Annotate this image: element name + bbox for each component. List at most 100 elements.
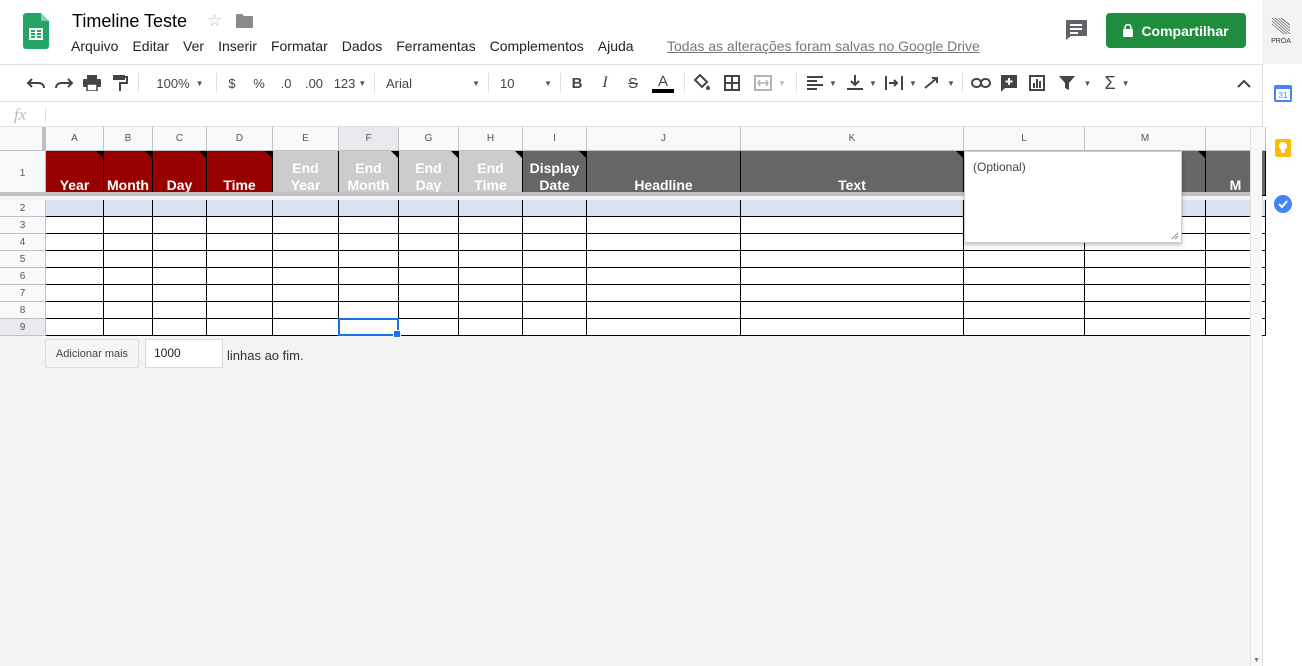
- grid-cell[interactable]: [399, 251, 459, 268]
- header-cell[interactable]: End Month: [339, 151, 399, 196]
- sheets-logo-icon[interactable]: [23, 13, 49, 49]
- rows-count-input[interactable]: 1000: [145, 339, 223, 368]
- calendar-icon[interactable]: 31: [1273, 83, 1293, 103]
- row-header[interactable]: 5: [0, 251, 46, 268]
- percent-format-button[interactable]: %: [250, 72, 268, 94]
- grid-cell[interactable]: [104, 217, 153, 234]
- grid-cell[interactable]: [587, 319, 741, 336]
- document-title[interactable]: Timeline Teste: [72, 11, 187, 32]
- text-rotation-icon[interactable]: ▼: [922, 72, 956, 94]
- grid-cell[interactable]: [741, 302, 964, 319]
- print-icon[interactable]: [82, 72, 102, 94]
- menu-ver[interactable]: Ver: [176, 38, 211, 54]
- header-cell[interactable]: Headline: [587, 151, 741, 196]
- formula-input[interactable]: [52, 102, 1252, 126]
- redo-icon[interactable]: [54, 72, 74, 94]
- column-header[interactable]: G: [399, 127, 459, 151]
- zoom-select[interactable]: 100% ▼: [150, 72, 210, 94]
- grid-cell[interactable]: [459, 251, 523, 268]
- grid-cell[interactable]: [399, 302, 459, 319]
- resize-handle-icon[interactable]: [1171, 232, 1179, 240]
- menu-dados[interactable]: Dados: [335, 38, 389, 54]
- grid-cell[interactable]: [1085, 251, 1206, 268]
- grid-cell[interactable]: [153, 285, 207, 302]
- insert-link-icon[interactable]: [970, 72, 992, 94]
- grid-cell[interactable]: [153, 234, 207, 251]
- more-formats-select[interactable]: 123 ▼: [332, 72, 368, 94]
- bold-icon[interactable]: B: [568, 72, 586, 94]
- grid-cell[interactable]: [1085, 268, 1206, 285]
- filter-icon[interactable]: ▼: [1056, 72, 1094, 94]
- grid-cell[interactable]: [964, 285, 1085, 302]
- grid-cell[interactable]: [964, 251, 1085, 268]
- grid-cell[interactable]: [523, 319, 587, 336]
- grid-cell[interactable]: [459, 302, 523, 319]
- grid-cell[interactable]: [523, 251, 587, 268]
- grid-cell[interactable]: [399, 285, 459, 302]
- grid-cell[interactable]: [46, 234, 104, 251]
- grid-cell[interactable]: [459, 285, 523, 302]
- grid-cell[interactable]: [964, 268, 1085, 285]
- grid-cell[interactable]: [339, 251, 399, 268]
- grid-cell[interactable]: [741, 285, 964, 302]
- column-header[interactable]: C: [153, 127, 207, 151]
- header-cell[interactable]: Display Date: [523, 151, 587, 196]
- grid-cell[interactable]: [523, 234, 587, 251]
- grid-cell[interactable]: [741, 234, 964, 251]
- grid-cell[interactable]: [964, 302, 1085, 319]
- cell-note-popup[interactable]: (Optional): [964, 151, 1182, 243]
- currency-format-button[interactable]: $: [224, 72, 240, 94]
- grid-cell[interactable]: [207, 217, 273, 234]
- column-header[interactable]: F: [339, 127, 399, 151]
- grid-cell[interactable]: [339, 302, 399, 319]
- column-header[interactable]: B: [104, 127, 153, 151]
- header-cell[interactable]: Day: [153, 151, 207, 196]
- grid-cell[interactable]: [207, 285, 273, 302]
- grid-cell[interactable]: [46, 319, 104, 336]
- column-header[interactable]: I: [523, 127, 587, 151]
- share-button[interactable]: Compartilhar: [1106, 13, 1246, 48]
- menu-arquivo[interactable]: Arquivo: [64, 38, 125, 54]
- row-header[interactable]: 7: [0, 285, 46, 302]
- merge-cells-icon[interactable]: ▼: [752, 72, 788, 94]
- grid-cell[interactable]: [104, 200, 153, 217]
- row-header[interactable]: 1: [0, 151, 46, 196]
- undo-icon[interactable]: [26, 72, 46, 94]
- grid-cell[interactable]: [273, 285, 339, 302]
- grid-cell[interactable]: [207, 319, 273, 336]
- grid-cell[interactable]: [523, 268, 587, 285]
- grid-cell[interactable]: [153, 200, 207, 217]
- grid-cell[interactable]: [273, 234, 339, 251]
- grid-cell[interactable]: [46, 302, 104, 319]
- grid-cell[interactable]: [104, 251, 153, 268]
- grid-cell[interactable]: [207, 234, 273, 251]
- row-header[interactable]: 6: [0, 268, 46, 285]
- grid-cell[interactable]: [104, 285, 153, 302]
- text-color-icon[interactable]: A: [651, 72, 675, 94]
- menu-inserir[interactable]: Inserir: [211, 38, 264, 54]
- menu-formatar[interactable]: Formatar: [264, 38, 335, 54]
- fill-color-icon[interactable]: [692, 72, 712, 94]
- grid-cell[interactable]: [587, 234, 741, 251]
- grid-cell[interactable]: [46, 200, 104, 217]
- column-header[interactable]: J: [587, 127, 741, 151]
- grid-cell[interactable]: [153, 302, 207, 319]
- grid-cell[interactable]: [741, 251, 964, 268]
- text-wrap-icon[interactable]: ▼: [884, 72, 918, 94]
- grid-cell[interactable]: [587, 200, 741, 217]
- grid-cell[interactable]: [339, 285, 399, 302]
- grid-cell[interactable]: [339, 234, 399, 251]
- decrease-decimal-button[interactable]: .0: [276, 72, 296, 94]
- menu-editar[interactable]: Editar: [125, 38, 176, 54]
- row-header[interactable]: 3: [0, 217, 46, 234]
- header-cell[interactable]: Year: [46, 151, 104, 196]
- grid-cell[interactable]: [741, 319, 964, 336]
- grid-cell[interactable]: [523, 285, 587, 302]
- column-header[interactable]: A: [46, 127, 104, 151]
- row-header[interactable]: 9: [0, 319, 46, 336]
- folder-icon[interactable]: [236, 14, 253, 28]
- menu-ferramentas[interactable]: Ferramentas: [389, 38, 482, 54]
- column-header[interactable]: D: [207, 127, 273, 151]
- grid-cell[interactable]: [399, 234, 459, 251]
- grid-cell[interactable]: [587, 217, 741, 234]
